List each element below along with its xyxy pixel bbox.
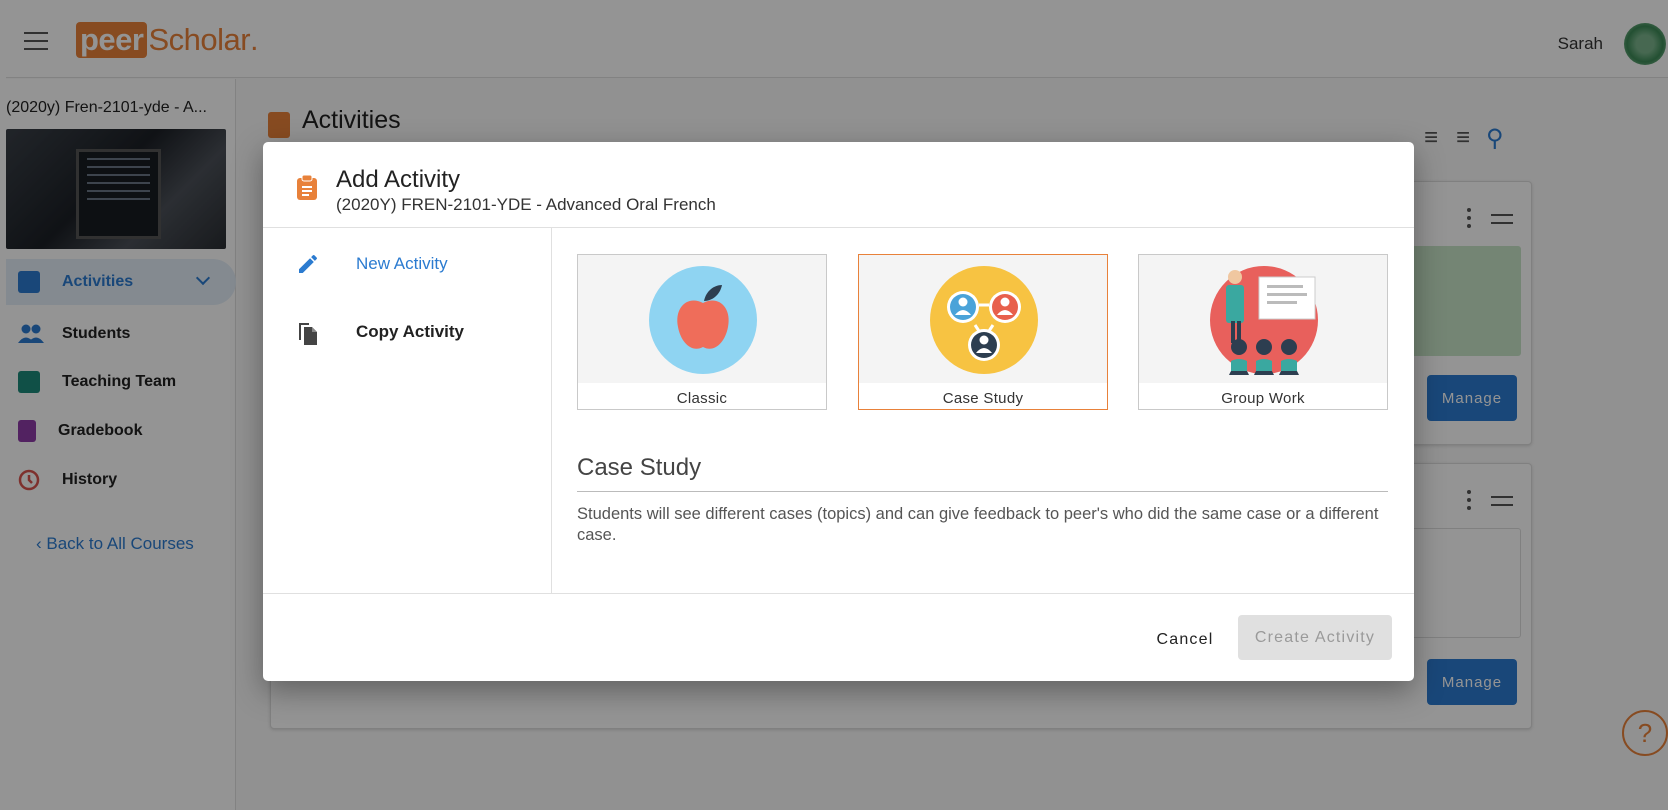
divider [577, 491, 1388, 492]
activity-source-menu: New Activity Copy Activity [263, 228, 552, 593]
activity-type-art [578, 255, 826, 383]
apple-icon [649, 266, 757, 374]
copy-file-icon [296, 320, 320, 345]
activity-type-group-work[interactable]: Group Work [1138, 254, 1388, 410]
presentation-icon [1210, 266, 1318, 375]
dialog-title: Add Activity [336, 166, 461, 193]
dialog-footer: Cancel Create Activity [263, 593, 1414, 681]
dialog-header: Add Activity (2020Y) FREN-2101-YDE - Adv… [263, 142, 1414, 228]
activity-type-description: Students will see different cases (topic… [577, 505, 1379, 544]
activity-type-case-study[interactable]: Case Study [858, 254, 1108, 410]
new-activity-label: New Activity [356, 254, 448, 273]
activity-type-art [1139, 255, 1387, 383]
create-activity-button[interactable]: Create Activity [1238, 615, 1392, 660]
copy-activity-option[interactable]: Copy Activity [263, 312, 552, 352]
add-activity-dialog: Add Activity (2020Y) FREN-2101-YDE - Adv… [263, 142, 1414, 681]
cancel-button[interactable]: Cancel [1143, 622, 1227, 658]
activity-type-label: Classic [676, 390, 728, 407]
activity-type-label: Group Work [1221, 390, 1305, 407]
people-network-icon [930, 266, 1038, 374]
new-activity-option[interactable]: New Activity [263, 244, 552, 284]
activity-type-art [859, 255, 1107, 383]
pencil-icon [296, 252, 320, 276]
activity-type-label: Case Study [942, 390, 1024, 407]
copy-activity-label: Copy Activity [356, 322, 465, 341]
activity-type-classic[interactable]: Classic [577, 254, 827, 410]
clipboard-icon [296, 174, 318, 201]
dialog-subtitle: (2020Y) FREN-2101-YDE - Advanced Oral Fr… [336, 195, 716, 214]
activity-type-description-title: Case Study [577, 454, 702, 481]
